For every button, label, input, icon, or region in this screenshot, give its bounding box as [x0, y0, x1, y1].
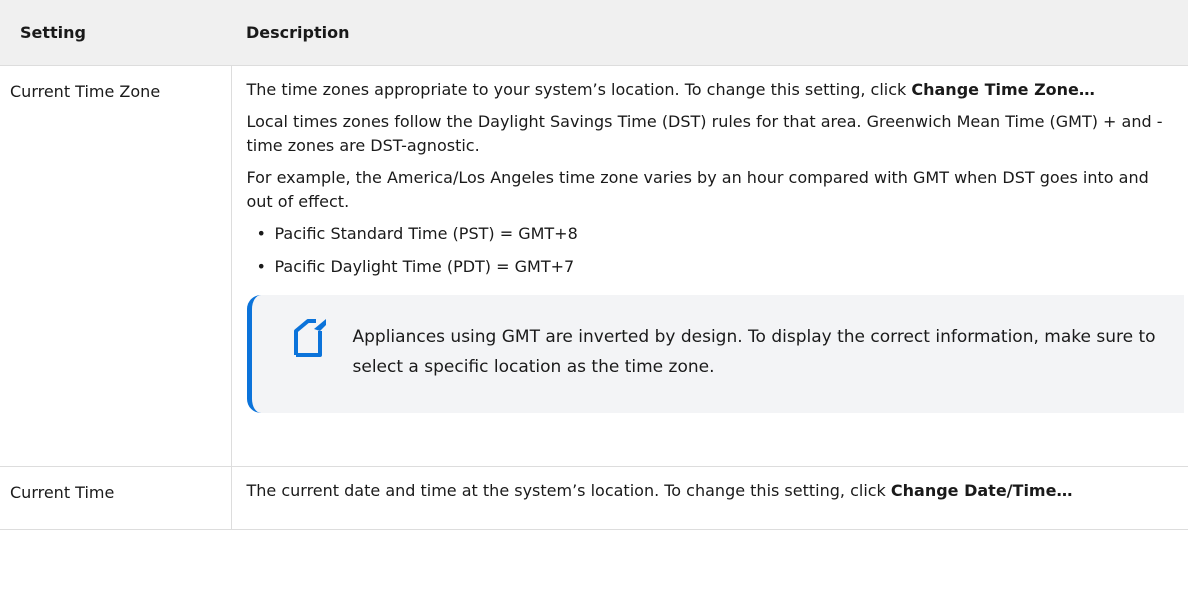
table-header-row: Setting Description	[0, 0, 1188, 66]
description-paragraph: Local times zones follow the Daylight Sa…	[246, 112, 1163, 155]
description-paragraph: The current date and time at the system’…	[247, 479, 1177, 503]
note-callout: Appliances using GMT are inverted by des…	[246, 295, 1184, 413]
header-setting: Setting	[0, 0, 231, 66]
ui-action-label: Change Time Zone…	[911, 80, 1095, 99]
description-text: The time zones appropriate to your syste…	[246, 80, 912, 99]
ui-action-label: Change Date/Time…	[890, 481, 1073, 500]
setting-name: Current Time	[0, 466, 232, 530]
note-text: Appliances using GMT are inverted by des…	[352, 327, 1156, 377]
description-paragraph: The time zones appropriate to your syste…	[247, 78, 1177, 102]
table-row: Current Time The current date and time a…	[0, 466, 1188, 530]
list-item-text: Pacific Daylight Time (PDT) = GMT+7	[274, 257, 575, 276]
bullet-list: • Pacific Standard Time (PST) = GMT+8 • …	[247, 222, 1177, 279]
setting-description: The current date and time at the system’…	[231, 466, 1188, 530]
description-text: The current date and time at the system’…	[246, 481, 891, 500]
list-item: • Pacific Standard Time (PST) = GMT+8	[257, 222, 1177, 246]
note-icon	[292, 317, 328, 357]
bullet-icon: •	[256, 224, 266, 243]
settings-table: Setting Description Current Time Zone Th…	[0, 0, 1188, 530]
setting-name: Current Time Zone	[0, 65, 232, 467]
list-item-text: Pacific Standard Time (PST) = GMT+8	[274, 224, 578, 243]
list-item: • Pacific Daylight Time (PDT) = GMT+7	[257, 255, 1177, 279]
header-description: Description	[231, 0, 1188, 66]
description-paragraph: For example, the America/Los Angeles tim…	[246, 168, 1149, 211]
table-row: Current Time Zone The time zones appropr…	[0, 65, 1188, 467]
setting-description: The time zones appropriate to your syste…	[231, 65, 1188, 467]
bullet-icon: •	[256, 257, 266, 276]
